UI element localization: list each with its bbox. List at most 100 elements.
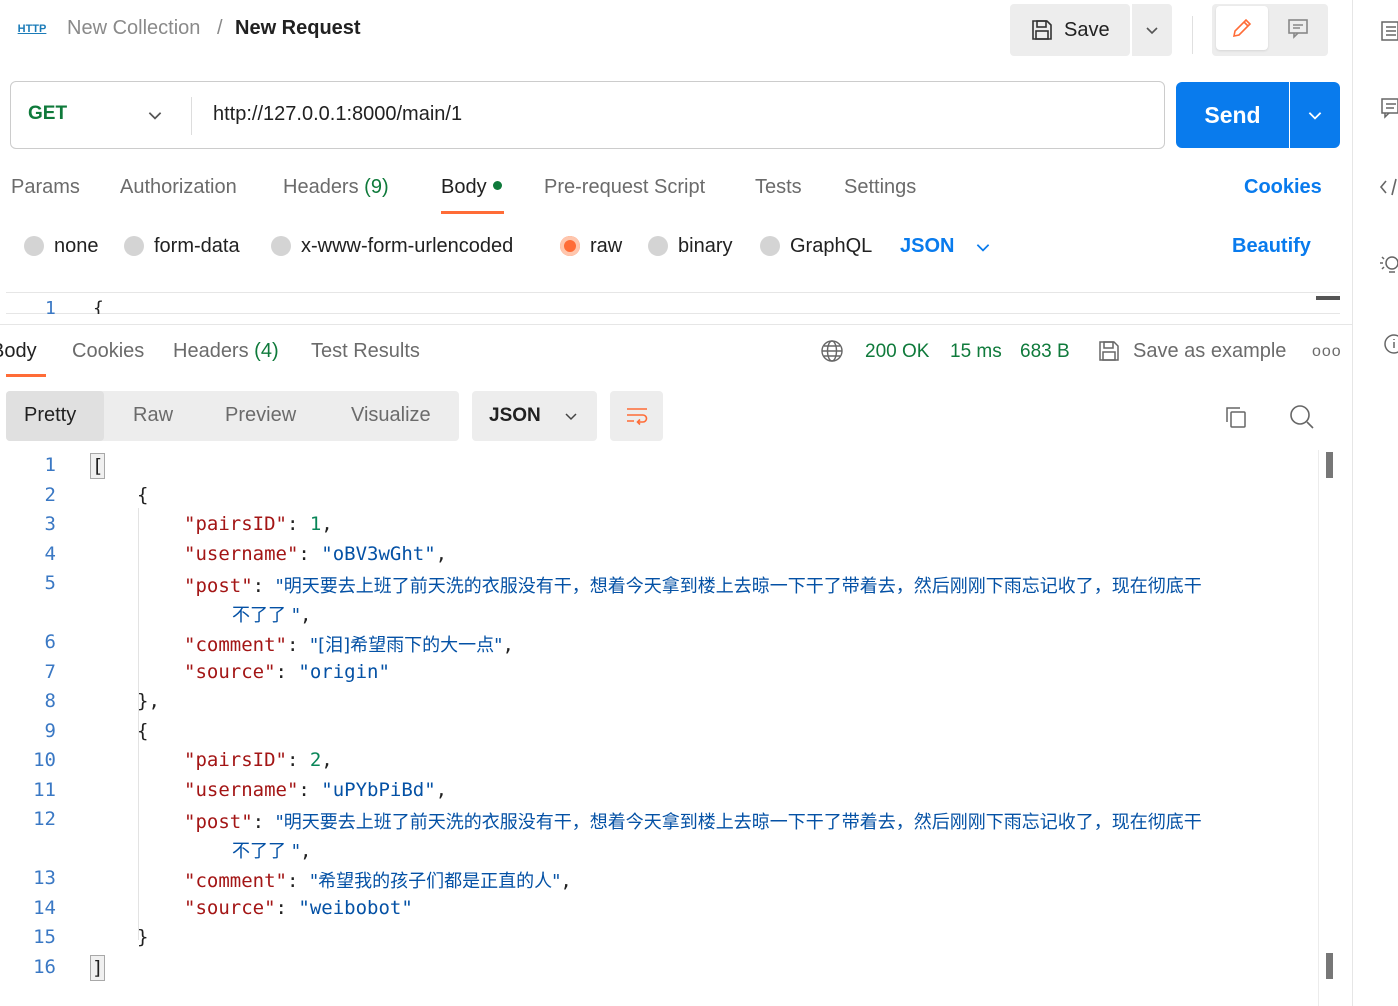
- body-format-select[interactable]: JSON: [900, 235, 954, 258]
- json-number: 1: [309, 513, 322, 535]
- radio-dot: [648, 236, 668, 256]
- radio-dot: [24, 236, 44, 256]
- documentation-icon[interactable]: [1378, 20, 1398, 42]
- response-time[interactable]: 15 ms: [950, 341, 1002, 363]
- more-options-icon[interactable]: ooo: [1312, 343, 1342, 361]
- request-body-editor[interactable]: [6, 292, 1340, 314]
- json-string: "uPYbPiBd": [321, 779, 436, 801]
- info-icon[interactable]: [1378, 333, 1398, 355]
- json-key: "comment": [184, 634, 287, 656]
- lightbulb-icon[interactable]: [1378, 254, 1398, 276]
- json-string: "希望我的孩子们都是正直的人": [309, 871, 561, 892]
- line-number: 10: [33, 749, 56, 771]
- json-line: "source": "origin": [184, 661, 390, 683]
- tab-prerequest-script[interactable]: Pre-request Script: [544, 176, 705, 199]
- method-select[interactable]: GET: [28, 103, 67, 125]
- edit-mode-button[interactable]: [1216, 6, 1268, 50]
- comments-icon[interactable]: [1378, 97, 1398, 119]
- response-size[interactable]: 683 B: [1020, 341, 1070, 363]
- json-line: "pairsID": 2,: [184, 749, 333, 771]
- view-visualize[interactable]: Visualize: [351, 404, 431, 427]
- radio-binary[interactable]: binary: [648, 234, 732, 258]
- header-divider: [1192, 16, 1193, 54]
- pencil-icon: [1232, 18, 1252, 38]
- view-pretty[interactable]: Pretty: [24, 404, 76, 427]
- search-icon[interactable]: [1288, 403, 1316, 436]
- status-badge[interactable]: 200 OK: [865, 341, 929, 363]
- radio-label: form-data: [154, 234, 240, 257]
- radio-label: binary: [678, 234, 733, 257]
- json-key: "source": [184, 661, 276, 683]
- json-string: "oBV3wGht": [321, 543, 436, 565]
- tab-authorization[interactable]: Authorization: [120, 176, 237, 199]
- radio-raw[interactable]: raw: [560, 234, 622, 258]
- line-number: 13: [33, 867, 56, 889]
- url-input[interactable]: http://127.0.0.1:8000/main/1: [213, 103, 462, 126]
- tab-settings[interactable]: Settings: [844, 176, 916, 199]
- wrap-lines-button[interactable]: [610, 391, 663, 441]
- line-number: 3: [44, 513, 56, 535]
- resize-handle[interactable]: [1316, 296, 1340, 300]
- documentation-mode-button[interactable]: [1272, 6, 1324, 50]
- send-button[interactable]: Send: [1176, 82, 1289, 148]
- radio-graphql[interactable]: GraphQL: [760, 234, 872, 258]
- save-icon: [1097, 339, 1121, 368]
- json-string: "明天要去上班了前天洗的衣服没有干，想着今天拿到楼上去晾一下干了带着去，然后刚刚…: [275, 576, 1202, 597]
- chevron-down-icon[interactable]: [146, 106, 164, 129]
- json-line-wrap: 不了了 ",: [232, 840, 312, 862]
- scrollbar-thumb[interactable]: [1326, 452, 1333, 478]
- line-number: 1: [44, 454, 56, 476]
- body-indicator-dot: [492, 181, 502, 191]
- json-number: 2: [309, 749, 322, 771]
- json-key: "pairsID": [184, 749, 287, 771]
- tab-params[interactable]: Params: [11, 176, 80, 199]
- scrollbar-thumb[interactable]: [1326, 953, 1333, 979]
- json-key: "post": [184, 575, 253, 597]
- json-line: "post": "明天要去上班了前天洗的衣服没有干，想着今天拿到楼上去晾一下干了…: [184, 575, 1202, 597]
- radio-urlencoded[interactable]: x-www-form-urlencoded: [271, 234, 513, 258]
- tab-body[interactable]: Body: [441, 176, 502, 199]
- line-number: 11: [33, 779, 56, 801]
- code-icon[interactable]: [1378, 176, 1398, 198]
- send-dropdown-button[interactable]: [1290, 82, 1340, 148]
- radio-none[interactable]: none: [24, 234, 99, 258]
- tab-headers[interactable]: Headers (9): [283, 176, 389, 199]
- headers-count: (9): [364, 176, 389, 198]
- line-number: 9: [44, 720, 56, 742]
- json-close-brace: },: [137, 690, 160, 712]
- response-tab-test-results[interactable]: Test Results: [311, 340, 420, 363]
- json-string: "[泪]希望雨下的大一点": [309, 635, 503, 656]
- breadcrumb-collection[interactable]: New Collection: [67, 17, 200, 40]
- response-tab-headers[interactable]: Headers (4): [173, 340, 279, 363]
- response-tab-cookies[interactable]: Cookies: [72, 340, 144, 363]
- json-line-wrap: 不了了 ",: [232, 604, 312, 626]
- radio-form-data[interactable]: form-data: [124, 234, 240, 258]
- save-dropdown-button[interactable]: [1132, 4, 1172, 56]
- copy-icon[interactable]: [1223, 404, 1249, 435]
- radio-label: GraphQL: [790, 234, 873, 257]
- radio-label: x-www-form-urlencoded: [301, 234, 514, 257]
- beautify-button[interactable]: Beautify: [1232, 235, 1311, 258]
- tab-headers-label: Headers: [283, 176, 359, 198]
- response-tab-body[interactable]: Body: [0, 340, 37, 363]
- save-button[interactable]: Save: [1010, 4, 1130, 56]
- json-key: "username": [184, 543, 299, 565]
- view-preview[interactable]: Preview: [225, 404, 296, 427]
- line-number: 15: [33, 926, 56, 948]
- json-line: "comment": "[泪]希望雨下的大一点",: [184, 634, 514, 656]
- response-tab-headers-label: Headers: [173, 340, 249, 362]
- response-format-select[interactable]: JSON: [472, 391, 597, 441]
- chevron-down-icon[interactable]: [974, 238, 992, 261]
- view-raw[interactable]: Raw: [133, 404, 173, 427]
- line-number: 16: [33, 956, 56, 978]
- save-as-example-button[interactable]: Save as example: [1133, 340, 1286, 363]
- cookies-link[interactable]: Cookies: [1244, 176, 1322, 199]
- json-close-brace: }: [137, 926, 149, 948]
- request-line-number: 1: [45, 298, 56, 314]
- tab-tests[interactable]: Tests: [755, 176, 802, 199]
- globe-icon[interactable]: [820, 339, 844, 368]
- pane-divider[interactable]: [0, 324, 1352, 325]
- json-open-bracket: [: [90, 453, 106, 479]
- breadcrumb-request-name[interactable]: New Request: [235, 17, 361, 40]
- save-label: Save: [1064, 18, 1110, 41]
